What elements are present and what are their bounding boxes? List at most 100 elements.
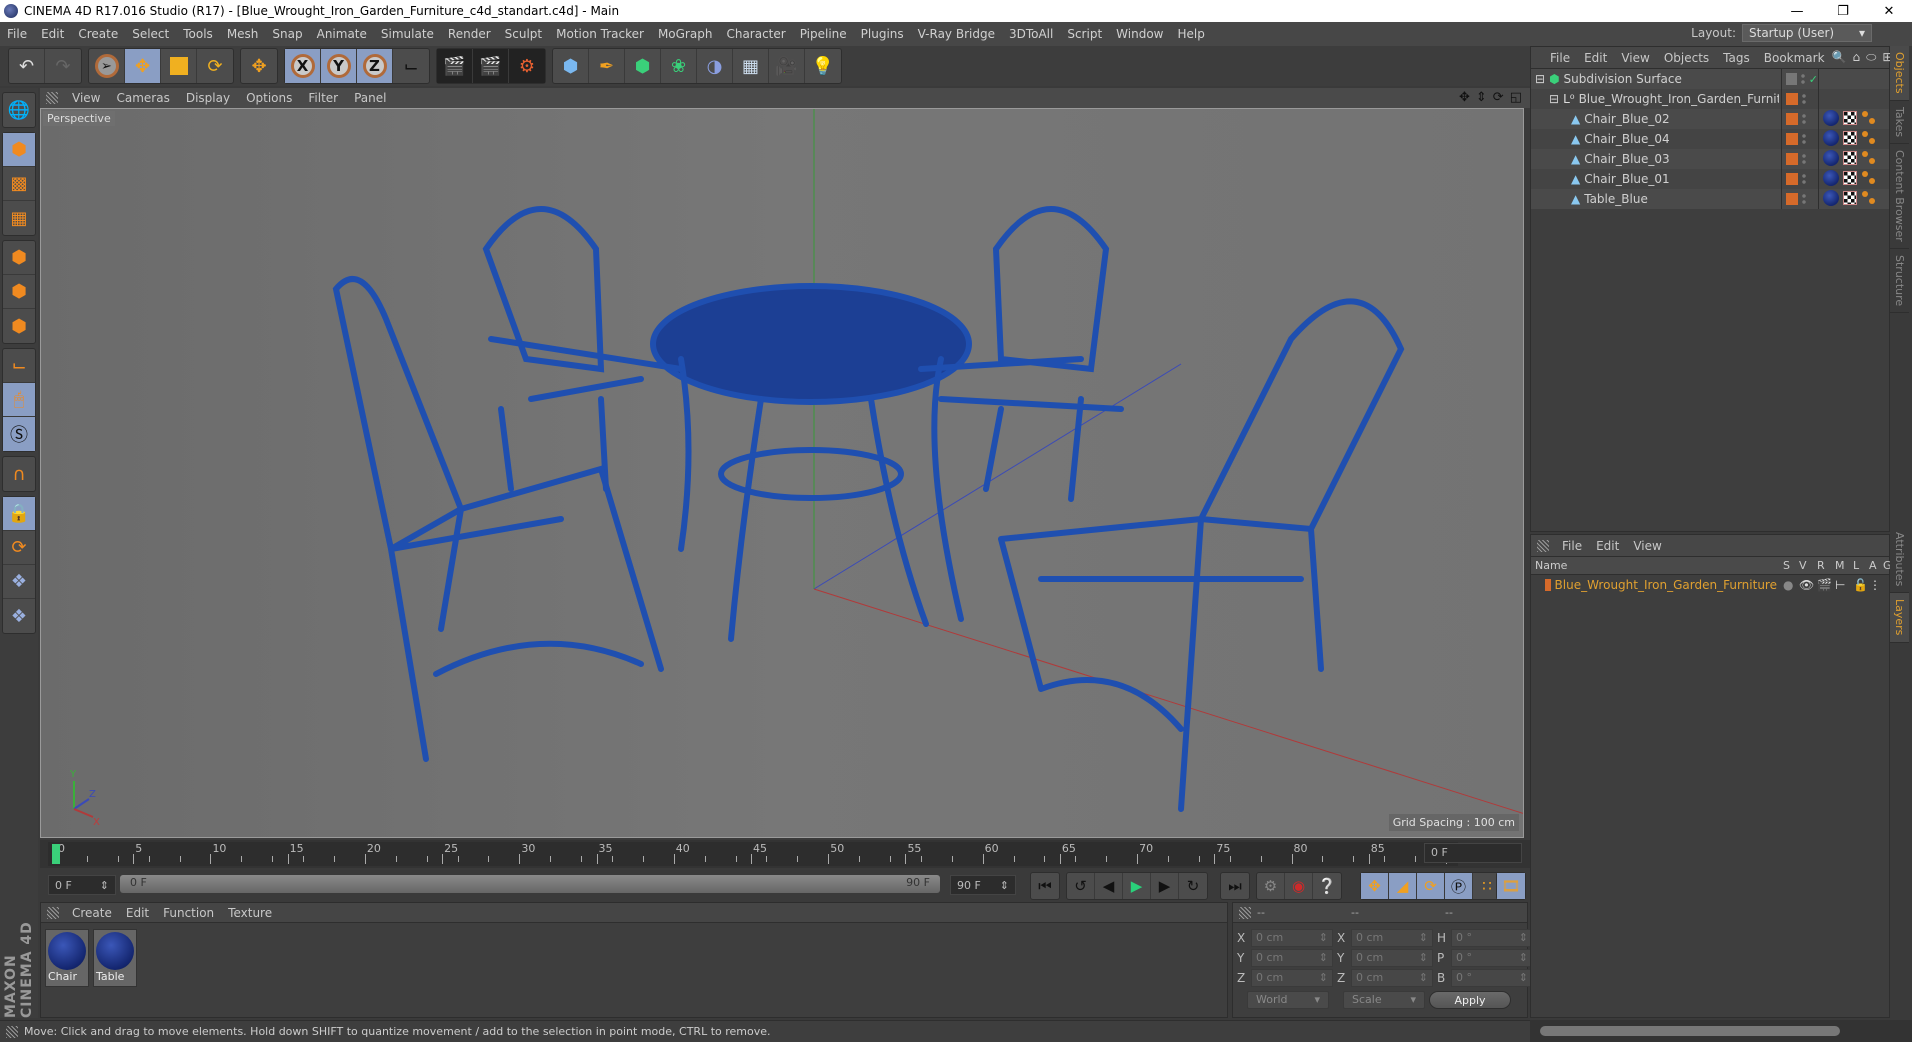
panel-grip[interactable] <box>46 92 58 104</box>
go-to-start-icon[interactable]: ⏮ <box>1031 873 1059 899</box>
live-selection-icon[interactable]: ✥ <box>241 49 277 83</box>
menu-mesh[interactable]: Mesh <box>220 27 266 41</box>
orbit-icon[interactable]: ⟳ <box>1493 90 1504 105</box>
array-cloner-icon[interactable]: ❀ <box>661 49 697 83</box>
tab-attributes[interactable]: Attributes <box>1890 526 1909 594</box>
material-menu-function[interactable]: Function <box>156 906 221 920</box>
rotation-h-field[interactable]: 0 ° ⇕ <box>1451 929 1533 947</box>
rotation-p-field[interactable]: 0 ° ⇕ <box>1451 949 1533 967</box>
key-rotation-icon[interactable]: ⟳ <box>1417 873 1445 899</box>
redo-icon[interactable]: ↷ <box>45 49 81 83</box>
visibility-dots[interactable] <box>1802 153 1806 165</box>
polygons-mode-icon[interactable]: ⬢ <box>3 309 35 343</box>
menu-simulate[interactable]: Simulate <box>374 27 441 41</box>
make-editable-icon[interactable]: 🌐 <box>3 93 35 127</box>
undo-icon[interactable]: ↶ <box>9 49 45 83</box>
layers-menu-edit[interactable]: Edit <box>1589 539 1626 553</box>
tab-structure[interactable]: Structure <box>1890 249 1909 313</box>
menu-animate[interactable]: Animate <box>310 27 374 41</box>
selection-tag-icon[interactable] <box>1861 170 1877 186</box>
layout-select[interactable]: Startup (User) ▾ <box>1742 24 1872 42</box>
material-tag-icon[interactable] <box>1823 130 1839 146</box>
camera-icon[interactable]: 🎥 <box>769 49 805 83</box>
key-parameter-icon[interactable]: Ⓟ <box>1445 873 1473 899</box>
solo-mode-icon[interactable]: Ⓢ <box>3 417 35 451</box>
menu-character[interactable]: Character <box>719 27 792 41</box>
timeline-icon[interactable]: 🎞 <box>1497 873 1525 899</box>
tree-item[interactable]: ▲ Table_Blue <box>1531 189 1889 209</box>
layer-swatch[interactable] <box>1786 93 1798 105</box>
y-axis-icon[interactable]: Y <box>321 49 357 83</box>
objects-menu-objects[interactable]: Objects <box>1657 51 1716 65</box>
pen-spline-icon[interactable]: ✒ <box>589 49 625 83</box>
layer-swatch[interactable] <box>1786 193 1798 205</box>
uvw-tag-icon[interactable] <box>1843 111 1857 125</box>
tab-content-browser[interactable]: Content Browser <box>1890 144 1909 249</box>
panel-grip[interactable] <box>47 906 59 919</box>
python-script-icon[interactable]: ❖ <box>3 599 35 633</box>
selection-tag-icon[interactable] <box>1861 150 1877 166</box>
rotate-icon[interactable]: ⟳ <box>197 49 233 83</box>
horizontal-scrollbar[interactable] <box>1530 1020 1912 1042</box>
render-settings-icon[interactable]: ⚙ <box>509 49 545 83</box>
panel-grip[interactable] <box>1239 906 1251 919</box>
menu-window[interactable]: Window <box>1109 27 1170 41</box>
snap-magnet-icon[interactable]: ∩ <box>3 457 35 491</box>
home-icon[interactable]: ⌂ <box>1853 50 1861 65</box>
collapse-icon[interactable]: ⊟ <box>1549 92 1559 106</box>
previous-key-icon[interactable]: ↺ <box>1067 873 1095 899</box>
world-coordinate-icon[interactable]: ⌙ <box>393 49 429 83</box>
menu-sculpt[interactable]: Sculpt <box>498 27 549 41</box>
uvw-tag-icon[interactable] <box>1843 151 1857 165</box>
workplane-lock-icon[interactable]: 🔒 <box>3 497 35 531</box>
eye-icon[interactable]: ⬭ <box>1866 50 1876 65</box>
tree-item[interactable]: ▲ Chair_Blue_02 <box>1531 109 1889 129</box>
position-z-field[interactable]: 0 cm ⇕ <box>1251 969 1333 987</box>
key-position-icon[interactable]: ✥ <box>1361 873 1389 899</box>
pan-icon[interactable]: ✥ <box>1459 90 1470 105</box>
tweak-mode-icon[interactable]: 🖱 <box>3 383 35 417</box>
viewport-menu-filter[interactable]: Filter <box>300 91 346 105</box>
layer-swatch[interactable] <box>1786 153 1798 165</box>
size-mode-select[interactable]: Scale ▾ <box>1343 991 1425 1009</box>
layer-color-swatch[interactable] <box>1545 579 1551 591</box>
layers-menu-view[interactable]: View <box>1626 539 1668 553</box>
maximize-view-icon[interactable]: ◱ <box>1510 90 1522 105</box>
move-icon[interactable]: ✥ <box>125 49 161 83</box>
uvw-tag-icon[interactable] <box>1843 171 1857 185</box>
restore-button[interactable]: ❐ <box>1820 0 1866 22</box>
texture-mode-icon[interactable]: ▩ <box>3 167 35 201</box>
perspective-viewport[interactable]: Y Z X Perspective Grid Spacing : 100 cm <box>40 108 1524 838</box>
menu-snap[interactable]: Snap <box>265 27 309 41</box>
start-frame-field[interactable]: 0 F ⇕ <box>48 875 116 895</box>
material-tag-icon[interactable] <box>1823 170 1839 186</box>
subdivision-nurbs-icon[interactable]: ⬢ <box>625 49 661 83</box>
apply-button[interactable]: Apply <box>1429 991 1511 1009</box>
menu-plugins[interactable]: Plugins <box>854 27 911 41</box>
selection-tag-icon[interactable] <box>1861 130 1877 146</box>
selection-tag-icon[interactable] <box>1861 190 1877 206</box>
search-icon[interactable]: 🔍 <box>1832 50 1847 65</box>
lock-toggle-icon[interactable]: 🔓 <box>1853 578 1868 592</box>
material-table[interactable]: Table <box>93 929 137 987</box>
menu-edit[interactable]: Edit <box>34 27 71 41</box>
scrollbar-thumb[interactable] <box>1540 1026 1840 1036</box>
model-mode-icon[interactable]: ⬢ <box>3 133 35 167</box>
viewport-menu-cameras[interactable]: Cameras <box>108 91 177 105</box>
tree-item[interactable]: ▲ Chair_Blue_04 <box>1531 129 1889 149</box>
size-y-field[interactable]: 0 cm ⇕ <box>1351 949 1433 967</box>
size-x-field[interactable]: 0 cm ⇕ <box>1351 929 1433 947</box>
keyframe-selection-icon[interactable]: ❔ <box>1313 873 1341 899</box>
visibility-dots[interactable] <box>1802 113 1806 125</box>
animation-toggle-icon[interactable]: ⋮ <box>1869 578 1881 592</box>
layer-swatch[interactable] <box>1786 113 1798 125</box>
preview-range-slider[interactable]: 0 F 90 F <box>120 875 940 893</box>
objects-menu-view[interactable]: View <box>1614 51 1656 65</box>
uvw-tag-icon[interactable] <box>1843 131 1857 145</box>
panel-grip[interactable] <box>1537 539 1549 552</box>
visibility-dots[interactable] <box>1802 93 1806 105</box>
axis-mode-icon[interactable]: ⌙ <box>3 349 35 383</box>
menu-vray-bridge[interactable]: V-Ray Bridge <box>911 27 1002 41</box>
layer-row[interactable]: Blue_Wrought_Iron_Garden_Furniture ● 👁 🎬… <box>1531 575 1889 595</box>
select-arrow-icon[interactable]: ➢ <box>89 49 125 83</box>
